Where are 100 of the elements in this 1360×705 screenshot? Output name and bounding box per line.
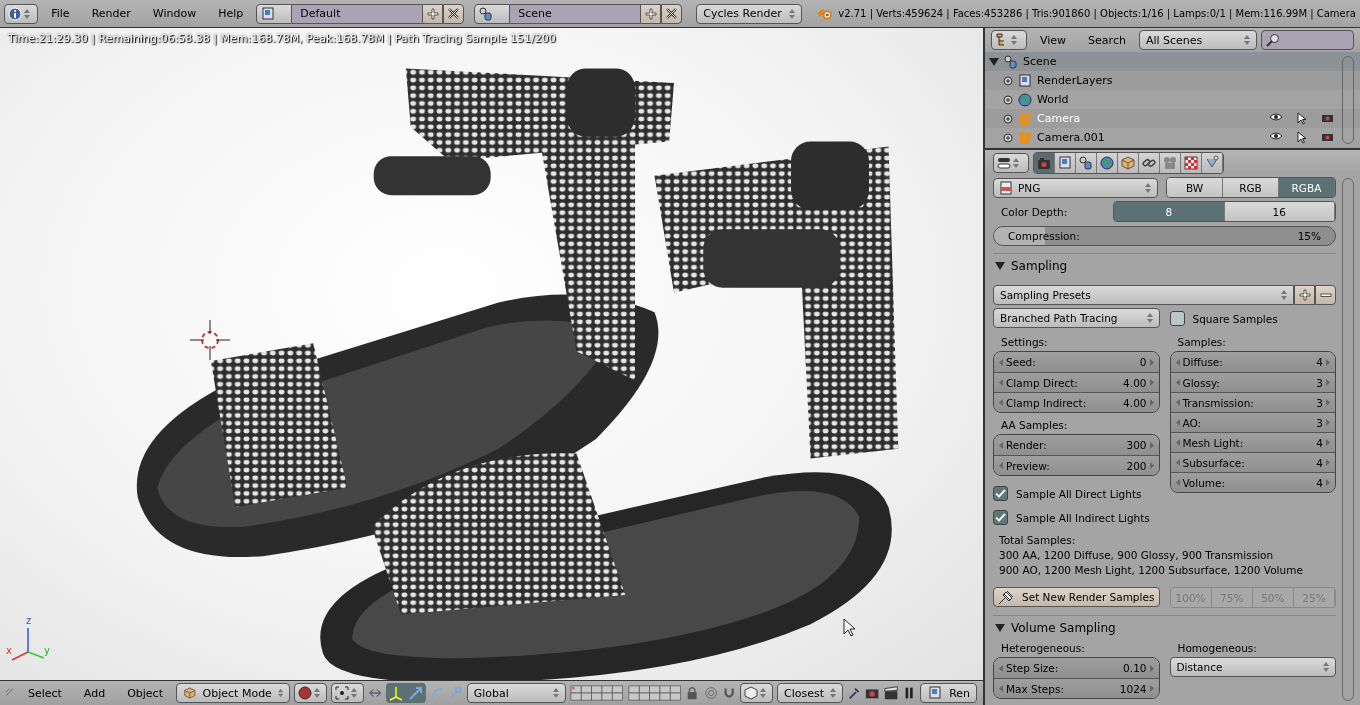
color-mode-toggle[interactable]: RGBA	[1279, 178, 1335, 197]
display-mode-dropdown[interactable]: All Scenes	[1138, 30, 1257, 50]
snap-element-dropdown[interactable]	[740, 683, 774, 703]
search-field[interactable]	[1260, 30, 1354, 50]
clapperboard-icon[interactable]	[883, 685, 898, 701]
menu-item[interactable]: View	[1031, 30, 1076, 50]
number-field[interactable]: Render: 300	[994, 435, 1159, 455]
number-field[interactable]: Mesh Light: 4	[1170, 432, 1335, 452]
expand-icon[interactable]	[1003, 132, 1013, 143]
pointer-icon[interactable]	[1297, 112, 1307, 125]
summary-text: 300 AA, 1200 Diffuse, 900 Glossy, 900 Transmission	[998, 548, 1275, 563]
panel-header[interactable]: Sampling	[993, 253, 1336, 277]
lock-icon[interactable]	[685, 685, 700, 701]
color-depth-toggle[interactable]: 8	[1114, 202, 1225, 221]
panel-header[interactable]: Volume Sampling	[993, 615, 1336, 639]
properties-tab[interactable]	[1202, 152, 1223, 173]
number-field[interactable]: AO: 3	[1170, 412, 1335, 432]
section-label: AA Samples:	[1000, 419, 1069, 431]
outliner-item-label[interactable]: World	[1037, 93, 1069, 106]
number-field[interactable]: Max Steps: 1024	[994, 678, 1159, 698]
updown-arrows-icon	[553, 687, 560, 699]
number-field[interactable]: Transmission: 3	[1170, 392, 1335, 412]
render-engine-dropdown[interactable]: Cycles Render	[696, 3, 802, 24]
number-field[interactable]: Clamp Direct: 4.00	[994, 372, 1159, 392]
plus-icon	[644, 7, 657, 20]
number-field[interactable]: Step Size: 0.10	[994, 658, 1159, 678]
menu-item[interactable]: Object	[118, 683, 172, 703]
number-field[interactable]: Preview: 200	[994, 455, 1159, 475]
layers-grid-icon[interactable]	[570, 684, 624, 702]
number-field[interactable]: Diffuse: 4	[1170, 352, 1335, 372]
outliner-item-label[interactable]: Camera.001	[1037, 131, 1105, 144]
number-field[interactable]: Clamp Indirect: 4.00	[994, 392, 1159, 412]
color-mode-toggle[interactable]: RGB	[1223, 178, 1279, 197]
number-field[interactable]: Glossy: 3	[1170, 372, 1335, 392]
render-button[interactable]: Ren	[920, 683, 978, 703]
add-preset-button[interactable]	[1294, 284, 1315, 305]
pointer-icon[interactable]	[1297, 131, 1307, 144]
editor-type-dropdown[interactable]	[4, 3, 39, 24]
number-field[interactable]: Volume: 4	[1170, 472, 1335, 492]
properties-tab[interactable]	[1118, 152, 1139, 173]
menu-item[interactable]: File	[42, 4, 79, 23]
remove-preset-button[interactable]	[1315, 284, 1336, 305]
add-button[interactable]	[422, 3, 444, 24]
outliner-item-label[interactable]: RenderLayers	[1037, 74, 1113, 87]
menu-item[interactable]: Search	[1079, 30, 1135, 50]
decrement-arrow-icon	[1175, 358, 1180, 366]
delete-button[interactable]	[661, 3, 683, 24]
orientation-dropdown[interactable]: Global	[466, 683, 567, 703]
layout-name-field[interactable]: Default	[292, 3, 423, 24]
properties-tab[interactable]	[1181, 152, 1202, 173]
properties-tab[interactable]	[1034, 152, 1055, 173]
axes-icon[interactable]	[388, 685, 405, 701]
editor-type-dropdown[interactable]	[993, 152, 1029, 173]
layers-grid-icon[interactable]	[627, 684, 682, 702]
homogeneous-dropdown[interactable]: Distance	[1169, 657, 1336, 677]
outliner-row[interactable]: RenderLayers	[985, 71, 1360, 90]
outliner-row[interactable]: Scene	[985, 52, 1360, 71]
checkbox[interactable]	[1169, 311, 1185, 326]
add-button[interactable]	[640, 3, 662, 24]
brush-icon[interactable]	[847, 685, 862, 701]
eye-icon[interactable]	[1269, 112, 1283, 122]
set-render-samples-button[interactable]: Set New Render Samples	[993, 587, 1160, 607]
scene-name-field[interactable]: Scene	[510, 3, 641, 24]
properties-tab[interactable]	[1160, 152, 1181, 173]
expand-icon[interactable]	[1003, 75, 1013, 86]
color-mode-toggle[interactable]: BW	[1167, 178, 1223, 197]
menu-item[interactable]: Add	[74, 683, 115, 703]
number-field[interactable]: Seed: 0	[994, 352, 1159, 372]
delete-button[interactable]	[443, 3, 465, 24]
color-depth-toggle[interactable]: 16	[1224, 202, 1335, 221]
compression-slider[interactable]: Compression: 15%	[993, 225, 1336, 246]
editor-type-dropdown[interactable]	[991, 30, 1027, 50]
increment-arrow-icon	[1326, 358, 1330, 366]
menu-item[interactable]: Help	[209, 4, 253, 23]
properties-tab[interactable]	[1139, 152, 1160, 173]
integrator-dropdown[interactable]: Branched Path Tracing	[993, 308, 1160, 328]
properties-tab[interactable]	[1055, 152, 1076, 173]
menu-item[interactable]: Render	[82, 4, 140, 23]
outliner-item-label[interactable]: Scene	[1023, 55, 1057, 68]
mode-dropdown[interactable]: Object Mode	[176, 683, 290, 703]
scene-browse-button[interactable]	[474, 3, 511, 24]
properties-tab[interactable]	[1076, 152, 1097, 173]
shading-dropdown[interactable]	[294, 683, 327, 703]
checkbox[interactable]	[993, 486, 1008, 501]
pivot-dropdown[interactable]	[330, 683, 364, 703]
layout-browse-button[interactable]	[256, 3, 293, 24]
camera-icon[interactable]	[1321, 112, 1334, 123]
properties-tab[interactable]	[1097, 152, 1118, 173]
expand-icon[interactable]	[1003, 94, 1013, 105]
menu-item[interactable]: Window	[143, 4, 206, 23]
number-field[interactable]: Subsurface: 4	[1170, 452, 1335, 472]
decrement-arrow-icon	[999, 358, 1003, 366]
checkbox[interactable]	[993, 510, 1008, 525]
camera-icon[interactable]	[1321, 131, 1334, 142]
expand-icon[interactable]	[1003, 113, 1013, 124]
snap-target-dropdown[interactable]: Closest	[777, 683, 844, 703]
menu-item[interactable]: Select	[18, 683, 71, 703]
file-format-dropdown[interactable]: PNG	[993, 177, 1158, 198]
eye-icon[interactable]	[1269, 131, 1283, 141]
presets-dropdown[interactable]: Sampling Presets	[993, 284, 1294, 305]
